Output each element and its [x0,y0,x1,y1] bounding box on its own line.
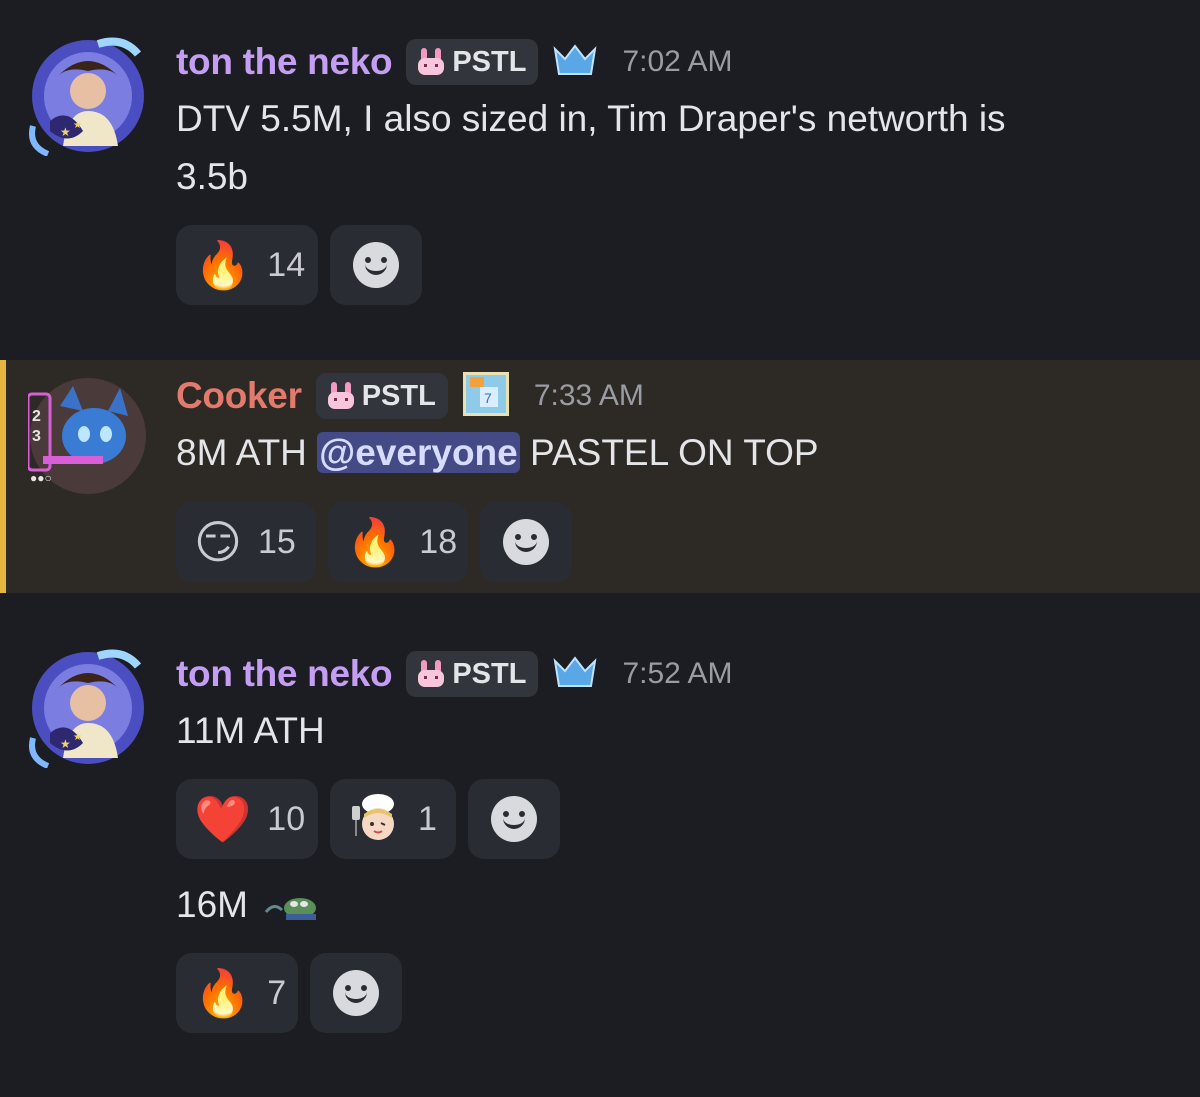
server-tag[interactable]: PSTL [406,39,539,85]
add-reaction-button[interactable] [468,779,560,859]
bunny-icon [327,382,354,409]
reaction-heart[interactable]: ❤️ 10 [176,779,318,859]
reaction-bar: 🔥 14 [176,225,422,305]
svg-text:3: 3 [32,428,41,445]
crown-icon [552,43,598,82]
reaction-count: 15 [257,522,296,561]
svg-text:7: 7 [484,390,492,406]
tag-label: PSTL [452,657,527,690]
tag-label: PSTL [452,45,527,78]
message-header: Cooker PSTL 7 7:33 AM [176,371,644,421]
everyone-mention[interactable]: @everyone [317,432,520,473]
message-text: 16M [176,876,1136,934]
reaction-bar: 😏 15 🔥 18 [176,502,572,582]
reaction-fire[interactable]: 🔥 14 [176,225,318,305]
username[interactable]: ton the neko [176,41,393,83]
reaction-count: 1 [418,799,437,838]
timestamp: 7:52 AM [622,657,733,690]
svg-text:★: ★ [60,125,71,139]
crown-icon [552,655,598,694]
svg-text:2: 2 [32,408,41,425]
smirk-icon: 😏 [194,515,242,569]
message-line: 3.5b [176,156,249,197]
message-text: DTV 5.5M, I also sized in, Tim Draper's … [176,90,1136,206]
reaction-fire[interactable]: 🔥 18 [328,502,468,582]
message-2: 2 3 ●●○ Cooker PSTL 7 7:33 AM 8M ATH @ev… [0,360,1200,593]
svg-text:●●○: ●●○ [30,471,52,485]
add-reaction-icon [353,242,399,288]
fire-icon: 🔥 [346,515,404,569]
svg-text:★: ★ [73,120,82,131]
bunny-icon [418,48,445,75]
chef-custom-emoji-icon [352,794,394,840]
username[interactable]: Cooker [176,375,302,417]
server-tag[interactable]: PSTL [406,651,539,697]
reaction-count: 18 [419,522,458,561]
message-text-start: 8M ATH [176,432,318,473]
reaction-count: 14 [267,245,306,284]
reaction-count: 7 [267,973,287,1012]
message-line: DTV 5.5M, I also sized in, Tim Draper's … [176,98,1006,139]
reaction-bar: ❤️ 10 1 [176,779,560,859]
username[interactable]: ton the neko [176,653,393,695]
add-reaction-button[interactable] [480,502,572,582]
message-line: 16M [176,884,248,925]
server-tag[interactable]: PSTL [315,373,448,419]
svg-text:★: ★ [73,732,82,743]
avatar[interactable]: ★ ★ [28,36,148,157]
message-line: 11M ATH [176,710,325,751]
reaction-smirk[interactable]: 😏 15 [176,502,316,582]
avatar[interactable]: ★ ★ [28,648,148,769]
fire-icon: 🔥 [194,238,252,292]
message-3: ★ ★ ton the neko PSTL 7:52 AM 11M ATH ❤️ [0,593,1200,1097]
add-reaction-icon [333,970,379,1016]
message-text-end: PASTEL ON TOP [519,432,819,473]
message-text: 11M ATH [176,702,1136,760]
avatar[interactable]: 2 3 ●●○ [26,376,148,496]
reaction-chef[interactable]: 1 [330,779,456,859]
add-reaction-button[interactable] [310,953,402,1033]
message-text: 8M ATH @everyone PASTEL ON TOP [176,424,1136,482]
message-1: ★ ★ ton the neko PSTL 7:02 AM DTV 5.5M, … [0,0,1200,340]
svg-text:★: ★ [60,737,71,751]
heart-icon: ❤️ [194,792,252,846]
message-header: ton the neko PSTL 7:52 AM [176,649,733,699]
reaction-bar: 🔥 7 [176,953,402,1033]
reaction-count: 10 [267,799,306,838]
add-reaction-icon [491,796,537,842]
role-icon: 7 [462,371,510,422]
pepe-swim-custom-emoji-icon [265,898,317,921]
tag-label: PSTL [361,379,436,412]
add-reaction-button[interactable] [330,225,422,305]
reaction-fire[interactable]: 🔥 7 [176,953,298,1033]
bunny-icon [418,660,445,687]
timestamp: 7:33 AM [533,379,644,412]
add-reaction-icon [503,519,549,565]
fire-icon: 🔥 [194,966,252,1020]
message-header: ton the neko PSTL 7:02 AM [176,37,733,87]
timestamp: 7:02 AM [622,45,733,78]
